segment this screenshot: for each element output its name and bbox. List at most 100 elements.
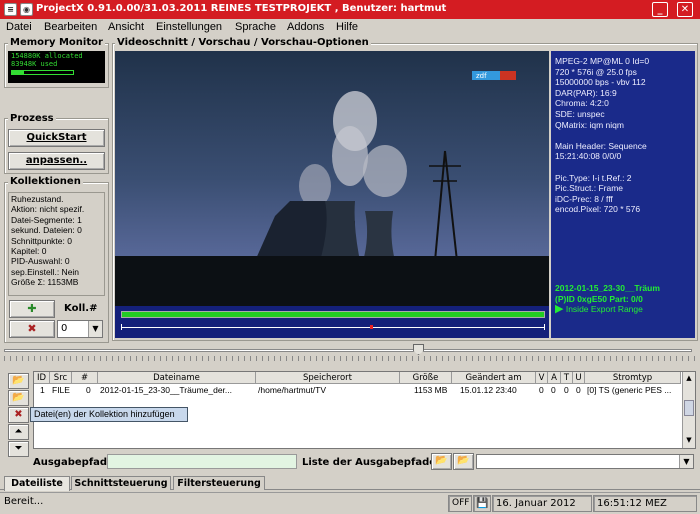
close-button[interactable]: ✕ [677,2,693,17]
memory-allocated: 154880K allocated [11,52,83,60]
tab-schnittsteuerung[interactable]: Schnittsteuerung [71,476,171,490]
menu-datei[interactable]: Datei [6,21,32,33]
quickstart-button[interactable]: QuickStart [8,129,105,147]
slider-track[interactable] [4,349,692,352]
table-cell[interactable]: FILE [52,384,72,396]
info-line: 720 * 576i @ 25.0 fps [555,66,637,77]
new-collection-icon: ✚ [27,302,37,315]
table-cell[interactable]: 0 [86,384,96,396]
col-u[interactable]: U [573,372,585,384]
table-cell[interactable]: /home/hartmut/TV [258,384,400,396]
remove-file-icon: ✖ [14,409,23,420]
col-src[interactable]: Src [50,372,72,384]
delete-collection-button[interactable]: ✖ [9,320,55,338]
chevron-down-icon[interactable]: ▼ [88,321,102,337]
info-line: 15:21:40:08 0/0/0 [555,151,622,162]
scroll-up-icon[interactable]: ▲ [684,373,694,383]
scroll-down-icon[interactable]: ▼ [684,435,694,445]
scroll-thumb[interactable] [684,400,694,416]
col-groesse[interactable]: Größe [400,372,452,384]
remove-file-button[interactable]: ✖ [8,407,29,423]
add-output-path-button[interactable]: 📂 [431,453,452,470]
minimize-button[interactable]: _ [652,2,668,17]
table-cell[interactable]: 0 [564,384,573,396]
menu-sprache[interactable]: Sprache [235,21,276,33]
status-line: Ruhezustand. [11,194,64,204]
output-path-select[interactable]: ▼ [476,454,694,469]
move-down-button[interactable]: ⏷ [8,441,29,457]
table-cell[interactable]: 0 [539,384,548,396]
status-line: sekund. Dateien: 0 [11,225,82,236]
menu-addons[interactable]: Addons [287,21,324,33]
prozess-label: Prozess [8,113,56,124]
info-pid: (P)ID 0xgE50 Part: 0/0 [555,293,643,304]
col-speicherort[interactable]: Speicherort [256,372,400,384]
col-geaendert[interactable]: Geändert am [452,372,536,384]
info-line: Chroma: 4:2:0 [555,98,609,109]
arrow-up-icon: ⏶ [14,426,23,437]
status-line: Aktion: nicht spezif. [11,204,85,215]
memory-monitor-label: Memory Monitor [8,37,105,48]
ausgabepfad-label: Ausgabepfad: [33,457,112,468]
memory-bar [11,70,74,75]
title-bar: ≡ ◉ ProjectX 0.91.0.00/31.03.2011 REINES… [0,0,700,19]
status-line: Schnittpunkte: 0 [11,235,72,246]
floppy-icon[interactable]: 💾 [473,495,491,512]
info-line: encod.Pixel: 720 * 576 [555,204,641,215]
info-filename: 2012-01-15_23-30__Träum [555,282,660,293]
table-cell[interactable]: 1153 MB [414,384,452,396]
ausgabepfad-field[interactable] [107,454,297,469]
slider-thumb[interactable] [413,344,424,355]
export-range-bar[interactable] [121,311,545,318]
move-up-button[interactable]: ⏶ [8,424,29,440]
table-cell[interactable]: 2012-01-15_23-30__Träume_der... [100,384,256,396]
koll-select[interactable]: 0 ▼ [57,320,103,338]
col-a[interactable]: A [548,372,561,384]
info-line: DAR(PAR): 16:9 [555,87,617,98]
menu-ansicht[interactable]: Ansicht [108,21,144,33]
col-stromtyp[interactable]: Stromtyp [585,372,681,384]
remove-output-path-button[interactable]: 📂 [453,453,474,470]
menu-einstellungen[interactable]: Einstellungen [156,21,222,33]
new-collection-button[interactable]: ✚ [9,300,55,318]
menu-bearbeiten[interactable]: Bearbeiten [44,21,97,33]
info-line: Main Header: Sequence [555,140,647,151]
info-line: SDE: unspec [555,108,605,119]
tab-filtersteuerung[interactable]: Filtersteuerung [173,476,265,490]
col-v[interactable]: V [536,372,548,384]
col-dateiname[interactable]: Dateiname [98,372,256,384]
menu-bar: Datei Bearbeiten Ansicht Einstellungen S… [0,19,700,36]
status-line: Größe Σ: 1153MB [11,277,79,288]
col-num[interactable]: # [72,372,98,384]
table-cell[interactable]: 15.01.12 23:40 [460,384,536,396]
table-cell[interactable]: [0] TS (generic PES ... [587,384,681,396]
video-frame-image: zdf [115,51,549,306]
chevron-down-icon[interactable]: ▼ [679,455,693,468]
table-cell[interactable]: 1 [40,384,50,396]
table-cell[interactable]: 0 [576,384,585,396]
col-t[interactable]: T [561,372,573,384]
table-scrollbar[interactable]: ▲ ▼ [682,372,695,448]
stream-info-panel: MPEG-2 MP@ML 0 Id=0 720 * 576i @ 25.0 fp… [551,51,695,338]
status-text: Bereit... [4,496,44,507]
table-cell[interactable]: 0 [551,384,560,396]
folder-remove-icon: 📂 [457,455,470,466]
add-files-button[interactable]: 📂 [8,390,29,406]
info-line: 15000000 bps - vbv 112 [555,77,646,88]
anpassen-button[interactable]: anpassen.. [8,152,105,170]
info-line [555,162,691,173]
status-time: 16:51:12 MEZ [593,495,697,512]
video-preview[interactable]: zdf [115,51,549,306]
anpassen-label: anpassen.. [25,155,88,166]
cut-timeline[interactable] [121,327,545,328]
channel-logo: zdf [476,72,487,80]
open-folder-button[interactable]: 📂 [8,373,29,389]
tab-dateiliste[interactable]: Dateiliste [4,476,70,491]
status-bar: Bereit... OFF 💾 16. Januar 2012 16:51:12… [0,492,700,514]
app-icon: ≡ [4,3,17,16]
status-line: sep.Einstell.: Nein [11,266,80,277]
timeline-position-marker [370,325,373,329]
info-line [555,130,691,141]
col-id[interactable]: ID [34,372,50,384]
menu-hilfe[interactable]: Hilfe [336,21,358,33]
